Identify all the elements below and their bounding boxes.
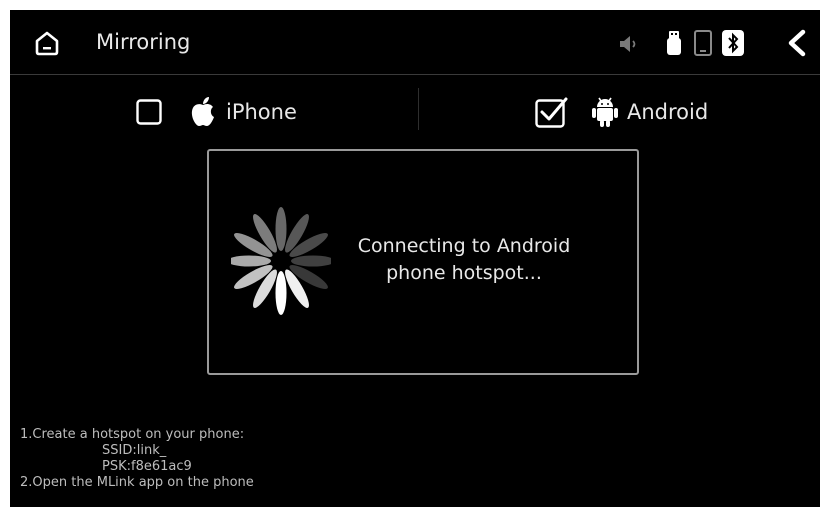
option-divider [418, 88, 419, 130]
page-title: Mirroring [96, 30, 191, 54]
mirroring-screen: Mirroring iPhone Android Connecting to A… [10, 10, 820, 507]
volume-icon [620, 36, 636, 52]
header-divider [10, 74, 820, 75]
connecting-dialog: Connecting to Android phone hotspot... [207, 149, 639, 375]
bluetooth-icon [722, 30, 744, 56]
phone-icon [694, 30, 712, 56]
hotspot-instructions: 1.Create a hotspot on your phone: SSID:l… [20, 427, 254, 491]
spinner-petal [275, 207, 287, 251]
usb-icon [667, 31, 681, 55]
android-checkbox[interactable] [535, 96, 569, 128]
psk-text: PSK:f8e61ac9 [102, 459, 192, 474]
instruction-step-2: 2.Open the MLink app on the phone [20, 475, 254, 490]
home-icon[interactable] [34, 30, 60, 56]
spinner-petal [291, 255, 331, 267]
iphone-option[interactable]: iPhone [136, 92, 297, 132]
instruction-step-1: 1.Create a hotspot on your phone: [20, 427, 245, 442]
iphone-checkbox[interactable] [136, 99, 162, 125]
back-chevron-icon[interactable] [782, 28, 812, 58]
spinner-petal [231, 255, 271, 267]
android-icon [592, 97, 618, 127]
apple-icon [191, 97, 214, 126]
ssid-text: SSID:link_ [102, 443, 167, 458]
android-option[interactable]: Android [535, 92, 708, 132]
loading-spinner-icon [231, 207, 331, 315]
android-label: Android [627, 100, 709, 124]
spinner-petal [275, 271, 287, 315]
connecting-message: Connecting to Android phone hotspot... [357, 235, 571, 284]
header-bar: Mirroring [10, 10, 820, 74]
iphone-label: iPhone [226, 100, 297, 124]
